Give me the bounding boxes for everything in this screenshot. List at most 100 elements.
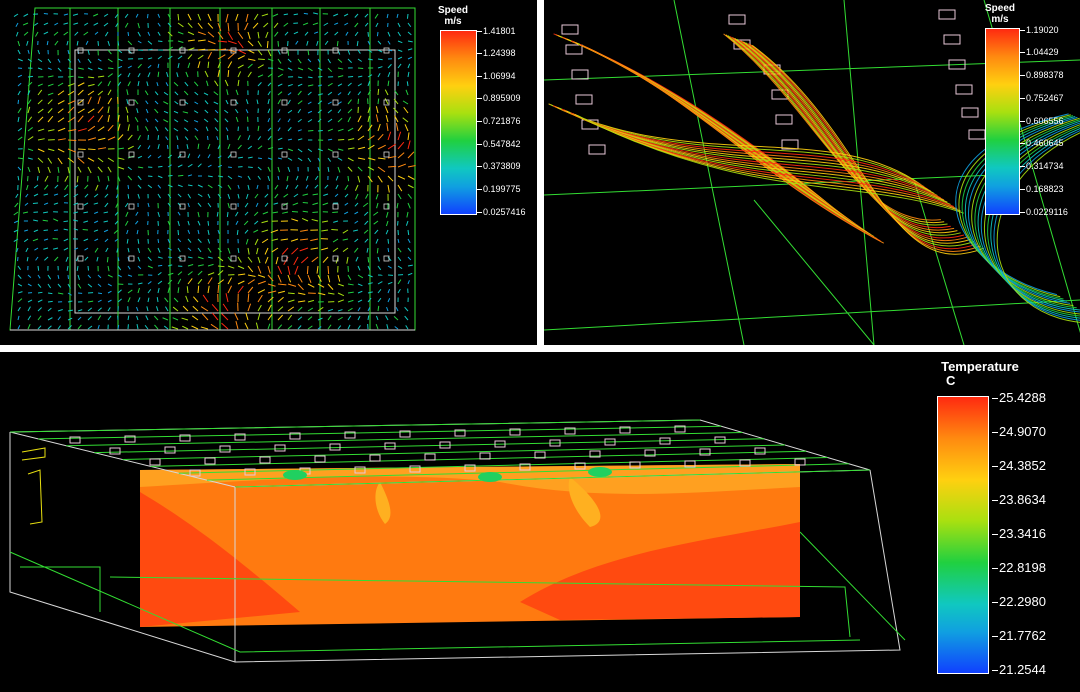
- velocity-vector: [347, 157, 354, 162]
- velocity-vector: [334, 22, 339, 26]
- velocity-vector: [57, 82, 64, 87]
- velocity-vector: [277, 73, 283, 78]
- velocity-vector: [357, 75, 363, 78]
- velocity-vector: [387, 63, 392, 69]
- velocity-vector: [327, 138, 333, 141]
- velocity-vector: [135, 211, 139, 216]
- velocity-vector: [287, 306, 295, 312]
- velocity-vector: [257, 166, 262, 171]
- velocity-vector: [333, 13, 339, 17]
- velocity-vector: [376, 202, 379, 209]
- velocity-vector: [197, 264, 204, 267]
- velocity-vector: [397, 63, 402, 69]
- velocity-vector: [47, 307, 52, 312]
- velocity-vector: [77, 283, 82, 289]
- velocity-vector: [354, 202, 359, 207]
- velocity-vector: [157, 71, 160, 78]
- diffuser-marker: [149, 458, 161, 466]
- velocity-vector: [57, 67, 62, 72]
- velocity-vector: [97, 315, 102, 321]
- velocity-vector: [247, 279, 255, 285]
- velocity-vector: [404, 124, 409, 132]
- velocity-vector: [107, 265, 110, 272]
- velocity-vector: [37, 89, 43, 96]
- velocity-vector: [257, 145, 263, 150]
- velocity-vector: [37, 116, 44, 123]
- velocity-vector: [355, 193, 359, 200]
- velocity-vector: [280, 238, 289, 241]
- velocity-vector: [65, 256, 69, 262]
- velocity-vector: [293, 13, 299, 16]
- velocity-vector: [104, 202, 109, 208]
- velocity-vector: [312, 193, 319, 196]
- velocity-vector: [97, 67, 103, 71]
- velocity-vector: [227, 202, 230, 209]
- velocity-vector: [397, 175, 406, 180]
- velocity-vector: [386, 13, 389, 19]
- velocity-vector: [277, 166, 281, 173]
- velocity-vector: [26, 184, 29, 191]
- velocity-vector: [244, 322, 249, 330]
- velocity-vector: [147, 64, 152, 69]
- velocity-vector: [297, 90, 302, 96]
- velocity-vector: [263, 22, 269, 28]
- velocity-vector: [186, 286, 189, 294]
- velocity-vector: [237, 285, 244, 294]
- velocity-vector: [77, 108, 85, 114]
- velocity-vector: [247, 175, 251, 181]
- streamline: [740, 40, 968, 242]
- velocity-vector: [376, 247, 379, 254]
- velocity-vector: [37, 83, 43, 87]
- velocity-vector: [107, 290, 112, 294]
- speed-legend-label-2: Speed: [984, 3, 1015, 14]
- velocity-vector: [364, 220, 369, 225]
- velocity-vector: [307, 129, 314, 132]
- velocity-vector: [117, 157, 125, 160]
- velocity-vector: [214, 80, 219, 87]
- velocity-vector: [396, 202, 399, 209]
- velocity-vector: [287, 274, 292, 283]
- speed-legend-unit: m/s: [444, 15, 462, 27]
- velocity-vector: [357, 115, 362, 123]
- velocity-vector: [187, 184, 193, 187]
- velocity-vector: [247, 71, 252, 78]
- velocity-vector: [177, 220, 180, 227]
- velocity-vector: [35, 31, 39, 37]
- velocity-vector: [334, 31, 339, 36]
- velocity-vector: [37, 49, 41, 55]
- velocity-vector: [265, 31, 269, 39]
- velocity-vector: [97, 324, 100, 330]
- temperature-legend-unit: C: [946, 372, 956, 388]
- velocity-vector: [184, 81, 189, 87]
- velocity-vector: [302, 210, 309, 213]
- velocity-vector: [84, 193, 89, 198]
- velocity-vector: [191, 325, 199, 330]
- velocity-vector: [347, 82, 352, 87]
- wireframe-edge: [753, 199, 875, 345]
- velocity-vector: [357, 166, 363, 172]
- velocity-vector: [307, 274, 312, 284]
- velocity-vector: [17, 49, 21, 55]
- velocity-vector: [377, 166, 386, 173]
- velocity-vector: [57, 127, 66, 132]
- velocity-vector: [353, 247, 359, 253]
- velocity-vector: [342, 247, 349, 253]
- velocity-vector: [146, 13, 149, 19]
- velocity-vector: [272, 13, 279, 17]
- velocity-vector: [57, 292, 64, 295]
- velocity-vector: [303, 12, 309, 15]
- velocity-vector: [67, 100, 76, 105]
- velocity-vector: [253, 229, 259, 233]
- velocity-vector: [207, 31, 215, 38]
- velocity-vector: [47, 92, 54, 96]
- velocity-vector: [337, 274, 341, 282]
- legend-tick-label: 0.547842: [476, 138, 521, 149]
- velocity-vector: [97, 126, 105, 132]
- velocity-vector: [163, 101, 169, 105]
- velocity-vector: [177, 271, 183, 276]
- velocity-vector: [126, 229, 129, 235]
- velocity-vector: [54, 22, 59, 26]
- velocity-vector: [307, 283, 315, 288]
- diffuser-marker: [561, 24, 579, 35]
- velocity-vector: [54, 184, 59, 189]
